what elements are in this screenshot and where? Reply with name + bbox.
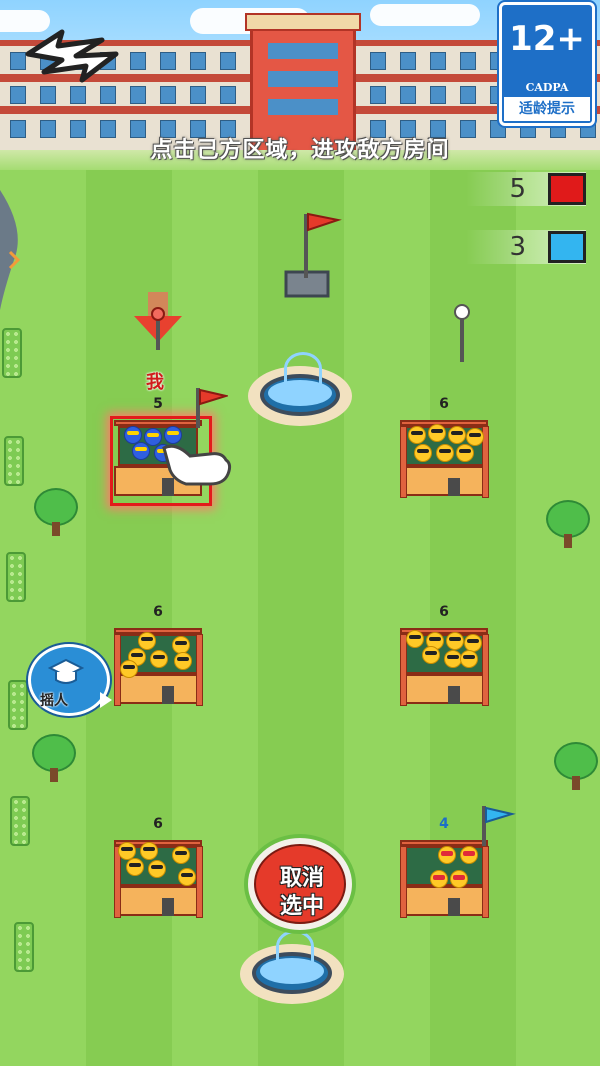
age-rating: 12+: [509, 19, 585, 59]
building-window: [430, 52, 446, 70]
fountain: [240, 930, 344, 1004]
building-window: [220, 52, 236, 70]
room-enemy[interactable]: 4: [400, 816, 489, 918]
building-window: [430, 86, 446, 104]
red-team-swatch: [548, 173, 586, 205]
room-neutral[interactable]: 6: [114, 604, 203, 706]
red-flag-icon: [196, 388, 228, 428]
hedge: [4, 436, 24, 486]
score-red-value: 5: [509, 174, 526, 204]
cancel-selection-button[interactable]: 取消 选中: [244, 834, 356, 934]
building-window: [190, 52, 206, 70]
building-window: [160, 86, 176, 104]
building-window: [100, 86, 116, 104]
score-blue: 3: [466, 230, 586, 264]
flag-pole-empty: [454, 304, 470, 362]
room-count: 4: [439, 816, 449, 832]
tree: [32, 734, 76, 784]
recruit-button[interactable]: 摇人: [26, 644, 112, 716]
instruction-text: 点击己方区域，进攻敌方房间: [150, 138, 450, 163]
fountain: [248, 352, 352, 426]
building-window: [10, 86, 26, 104]
room-count: 5: [153, 396, 163, 412]
blue-flag-icon: [482, 806, 516, 846]
tree: [34, 488, 78, 538]
player-marker-arrow-icon: [134, 292, 182, 350]
room-neutral[interactable]: 6: [114, 816, 203, 918]
hedge: [6, 552, 26, 602]
room-neutral[interactable]: 6: [400, 396, 489, 498]
building-window: [460, 86, 476, 104]
building-window: [190, 86, 206, 104]
building-window: [40, 86, 56, 104]
building-window: [370, 86, 386, 104]
side-path: [0, 190, 21, 310]
score-red: 5: [466, 172, 586, 206]
me-label: 我: [146, 372, 164, 393]
room-neutral[interactable]: 6: [400, 604, 489, 706]
building-window: [460, 52, 476, 70]
age-rating-badge: 12+ CADPA 适龄提示: [499, 2, 595, 126]
room-count: 6: [439, 604, 449, 620]
room-count: 6: [153, 604, 163, 620]
hedge: [14, 922, 34, 972]
building-window: [220, 86, 236, 104]
age-tip: 适龄提示: [504, 97, 590, 121]
play-arrow-icon: [100, 692, 112, 708]
building-window: [70, 86, 86, 104]
building-window: [130, 86, 146, 104]
building-window: [370, 52, 386, 70]
hedge: [10, 796, 30, 846]
score-blue-value: 3: [509, 232, 526, 262]
room-count: 6: [153, 816, 163, 832]
hedge: [2, 328, 22, 378]
lightning-back-icon[interactable]: [22, 28, 122, 84]
building-window: [160, 52, 176, 70]
tree: [546, 500, 590, 550]
rating-org: CADPA: [525, 81, 569, 94]
recruit-label: 摇人: [40, 693, 68, 709]
graduation-cap-icon: [48, 658, 84, 684]
building-window: [400, 52, 416, 70]
blue-team-swatch: [548, 231, 586, 263]
hedge: [8, 680, 28, 730]
cancel-line2: 选中: [279, 894, 324, 919]
tap-hand-icon: [162, 444, 232, 486]
building-window: [400, 86, 416, 104]
building-window: [130, 52, 146, 70]
room-count: 6: [439, 396, 449, 412]
tree: [554, 742, 598, 792]
flag-base: [284, 212, 342, 298]
